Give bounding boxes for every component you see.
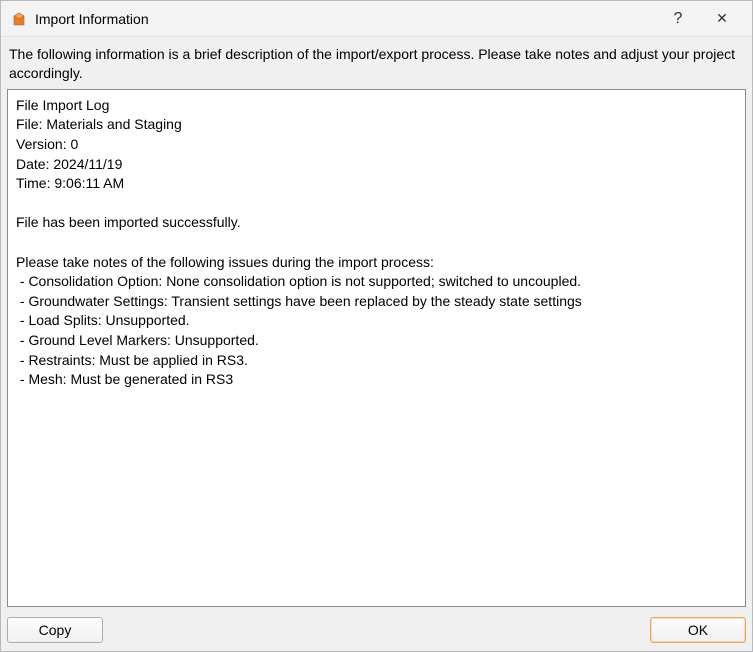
dialog-title: Import Information bbox=[35, 11, 149, 27]
log-issues-heading: Please take notes of the following issue… bbox=[16, 254, 434, 270]
log-time: Time: 9:06:11 AM bbox=[16, 175, 124, 191]
log-heading: File Import Log bbox=[16, 97, 109, 113]
dialog-window: Import Information ? ✕ The following inf… bbox=[0, 0, 753, 652]
log-issue: - Restraints: Must be applied in RS3. bbox=[16, 352, 248, 368]
dialog-content: The following information is a brief des… bbox=[1, 37, 752, 651]
log-issue: - Groundwater Settings: Transient settin… bbox=[16, 293, 582, 309]
log-version: Version: 0 bbox=[16, 136, 78, 152]
log-file: File: Materials and Staging bbox=[16, 116, 182, 132]
button-row: Copy OK bbox=[7, 617, 746, 643]
close-button[interactable]: ✕ bbox=[700, 1, 744, 37]
help-button[interactable]: ? bbox=[656, 1, 700, 37]
log-issue: - Consolidation Option: None consolidati… bbox=[16, 273, 581, 289]
log-date: Date: 2024/11/19 bbox=[16, 156, 122, 172]
app-icon bbox=[11, 11, 27, 27]
log-issue: - Mesh: Must be generated in RS3 bbox=[16, 371, 233, 387]
log-issue: - Load Splits: Unsupported. bbox=[16, 312, 190, 328]
description-text: The following information is a brief des… bbox=[7, 43, 746, 89]
copy-button[interactable]: Copy bbox=[7, 617, 103, 643]
log-textarea[interactable]: File Import Log File: Materials and Stag… bbox=[7, 89, 746, 607]
log-issue: - Ground Level Markers: Unsupported. bbox=[16, 332, 259, 348]
titlebar: Import Information ? ✕ bbox=[1, 1, 752, 37]
log-success: File has been imported successfully. bbox=[16, 214, 241, 230]
ok-button[interactable]: OK bbox=[650, 617, 746, 643]
